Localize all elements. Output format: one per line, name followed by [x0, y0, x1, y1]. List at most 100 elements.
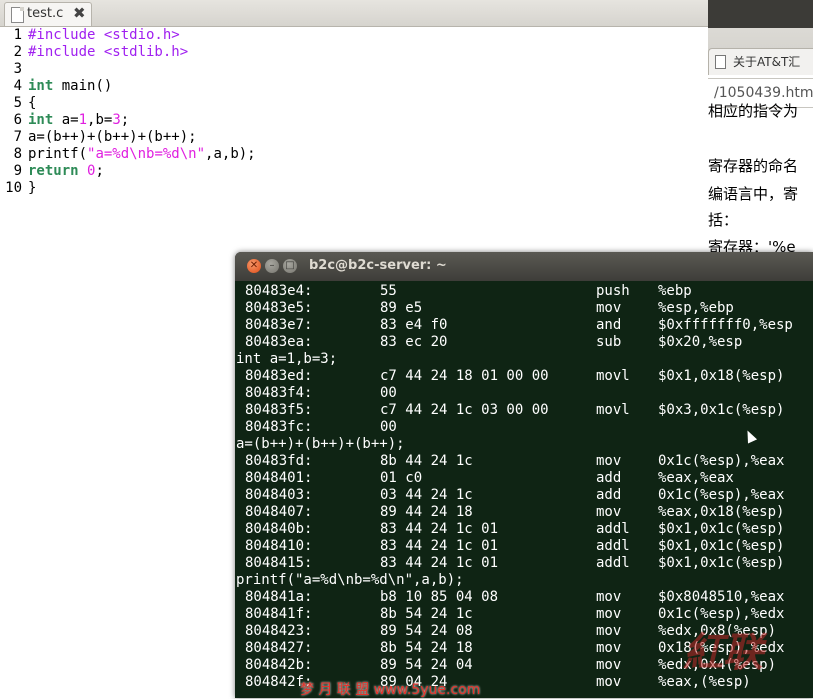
- disasm-op: add: [596, 487, 622, 503]
- disasm-bytes: 00: [380, 385, 397, 401]
- disasm-addr: 804841f:: [245, 606, 313, 622]
- source-text: a=(b++)+(b++)+(b++);: [236, 436, 405, 452]
- disasm-addr: 80483e4:: [245, 283, 313, 299]
- maximize-window-button[interactable]: □: [283, 259, 297, 273]
- code-token: }: [28, 180, 37, 196]
- line-number: 7: [13, 129, 22, 145]
- disasm-bytes: 89 54 24 08: [380, 623, 473, 639]
- code-token: printf(: [28, 146, 88, 162]
- close-tab-icon[interactable]: ✖: [73, 4, 86, 22]
- disasm-addr: 80483e7:: [245, 317, 313, 333]
- disasm-bytes: 83 44 24 1c 01: [380, 555, 499, 571]
- watermark-logo: 紅联: [683, 629, 763, 676]
- disasm-bytes: 83 44 24 1c 01: [380, 521, 499, 537]
- code-line: 2 #include <stdlib.h>: [0, 44, 189, 61]
- code-token: ,b=: [87, 112, 113, 128]
- disasm-args: 0x1c(%esp),%eax: [658, 453, 785, 469]
- disasm-args: $0x3,0x1c(%esp): [658, 402, 785, 418]
- code-token: ;: [95, 163, 104, 179]
- code-line: 5{: [0, 95, 37, 112]
- code-token: ;: [120, 112, 130, 128]
- disasm-addr: 8048410:: [245, 538, 313, 554]
- editor-tab-bar: test.c ✖: [0, 0, 708, 27]
- disasm-line: 80483e4: 55 push %ebp: [235, 283, 813, 300]
- disasm-bytes: 8b 54 24 1c: [380, 606, 473, 622]
- browser-top-panel: [708, 0, 813, 28]
- code-line: 1 #include <stdio.h>: [0, 27, 180, 44]
- disasm-line: 804840b: 83 44 24 1c 01 addl $0x1,0x1c(%esp…: [235, 521, 813, 538]
- disasm-addr: 80483fc:: [245, 419, 313, 435]
- terminal-titlebar[interactable]: ✕ – □ b2c@b2c-server: ~: [235, 252, 813, 281]
- code-token: #include <stdio.h>: [28, 27, 180, 43]
- close-window-button[interactable]: ✕: [247, 259, 261, 273]
- browser-tab[interactable]: 关于AT&T汇: [708, 48, 813, 75]
- url-text: /1050439.html: [714, 85, 813, 101]
- source-line: int a=1,b=3;: [235, 351, 813, 368]
- disasm-bytes: c7 44 24 18 01 00 00: [380, 368, 549, 384]
- page-text-line: 相应的指令为: [708, 102, 799, 120]
- disasm-addr: 804842b:: [245, 657, 313, 673]
- disasm-bytes: 00: [380, 419, 397, 435]
- disasm-args: %eax,0x18(%esp): [658, 504, 785, 520]
- code-token: "a=%d\nb=%d\n": [87, 146, 206, 162]
- disasm-bytes: 55: [380, 283, 397, 299]
- disasm-bytes: b8 10 85 04 08: [380, 589, 499, 605]
- disasm-bytes: 89 44 24 18: [380, 504, 473, 520]
- disasm-addr: 804841a:: [245, 589, 313, 605]
- disasm-addr: 804840b:: [245, 521, 313, 537]
- disasm-line: 80483fd: 8b 44 24 1c mov 0x1c(%esp),%eax: [235, 453, 813, 470]
- disasm-bytes: 01 c0: [380, 470, 423, 486]
- disasm-addr: 8048403:: [245, 487, 313, 503]
- line-number: 9: [13, 163, 22, 179]
- disasm-args: $0x1,0x18(%esp): [658, 368, 785, 384]
- code-line: 8 printf("a=%d\nb=%d\n",a,b);: [0, 146, 256, 163]
- source-line: a=(b++)+(b++)+(b++);: [235, 436, 813, 453]
- disasm-op: movl: [596, 368, 630, 384]
- disasm-op: mov: [596, 640, 622, 656]
- disasm-op: addl: [596, 538, 630, 554]
- disasm-line: 80483e5: 89 e5 mov %esp,%ebp: [235, 300, 813, 317]
- browser-tab-strip: 关于AT&T汇: [708, 28, 813, 75]
- disasm-op: mov: [596, 453, 622, 469]
- disasm-op: mov: [596, 606, 622, 622]
- disasm-op: mov: [596, 300, 622, 316]
- tab-test-c[interactable]: test.c ✖: [4, 2, 92, 26]
- line-number: 2: [13, 44, 22, 60]
- disasm-args: $0x1,0x1c(%esp): [658, 538, 785, 554]
- disasm-line: 8048415: 83 44 24 1c 01 addl $0x1,0x1c(%esp…: [235, 555, 813, 572]
- disasm-line: 80483fc: 00: [235, 419, 813, 436]
- disasm-bytes: c7 44 24 1c 03 00 00: [380, 402, 549, 418]
- disasm-addr: 8048401:: [245, 470, 313, 486]
- disasm-args: $0x1,0x1c(%esp): [658, 521, 785, 537]
- disasm-op: sub: [596, 334, 622, 350]
- disasm-args: $0xfffffff0,%esp: [658, 317, 793, 333]
- disasm-line: 8048403: 03 44 24 1c add 0x1c(%esp),%eax: [235, 487, 813, 504]
- disasm-line: 8048410: 83 44 24 1c 01 addl $0x1,0x1c(%esp…: [235, 538, 813, 555]
- disasm-op: mov: [596, 657, 622, 673]
- disasm-addr: 80483ea:: [245, 334, 313, 350]
- disasm-line: 80483f5: c7 44 24 1c 03 00 00 movl $0x3,0x1…: [235, 402, 813, 419]
- disasm-line: 80483f4: 00: [235, 385, 813, 402]
- minimize-window-button[interactable]: –: [265, 259, 279, 273]
- disasm-addr: 80483fd:: [245, 453, 313, 469]
- disasm-addr: 80483f4:: [245, 385, 313, 401]
- disasm-op: mov: [596, 623, 622, 639]
- page-text-line: 括：: [708, 211, 739, 229]
- line-number: 8: [13, 146, 22, 162]
- disasm-args: %esp,%ebp: [658, 300, 734, 316]
- disasm-op: addl: [596, 521, 630, 537]
- source-text: int a=1,b=3;: [236, 351, 338, 367]
- code-token: a=(b++)+(b++)+(b++);: [28, 129, 197, 145]
- browser-tab-label: 关于AT&T汇: [733, 55, 801, 69]
- disasm-addr: 8048423:: [245, 623, 313, 639]
- disasm-op: mov: [596, 504, 622, 520]
- code-token: {: [28, 95, 37, 111]
- disasm-op: mov: [596, 674, 622, 690]
- code-token: 3: [112, 112, 121, 128]
- disasm-op: and: [596, 317, 622, 333]
- disasm-op: movl: [596, 402, 630, 418]
- tab-label: test.c: [27, 6, 64, 21]
- disasm-addr: 8048407:: [245, 504, 313, 520]
- line-number: 10: [5, 180, 22, 196]
- terminal-title: b2c@b2c-server: ~: [309, 258, 447, 273]
